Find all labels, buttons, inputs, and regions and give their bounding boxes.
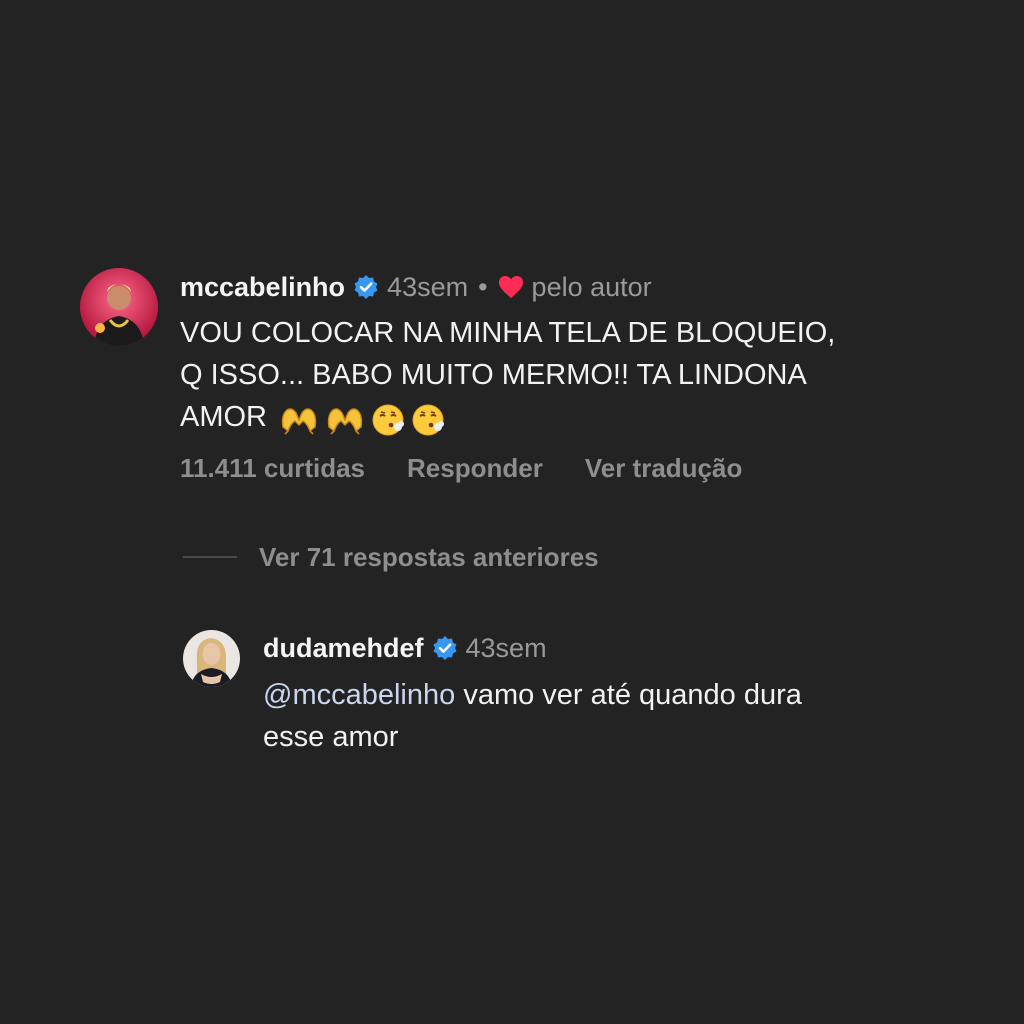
reply-time: 43sem [465,632,547,663]
likes-count[interactable]: 11.411 curtidas [180,453,365,484]
avatar-dudamehdef[interactable] [183,630,240,687]
liked-by-author-label: pelo autor [531,271,652,302]
comment-username[interactable]: mccabelinho [180,272,345,303]
face-exhaling-emoji-icon [412,404,444,436]
comment-time: 43sem [387,271,469,302]
view-previous-replies[interactable]: Ver 71 respostas anteriores [183,538,599,576]
see-translation-button[interactable]: Ver tradução [585,453,743,484]
verified-badge-icon [353,274,379,300]
author-like-heart-icon [498,275,524,299]
emoji-group [279,397,451,439]
heart-hands-emoji-icon [327,408,363,435]
reply-text-line: esse amor [263,721,399,753]
replies-divider-line [183,556,237,558]
comment-text-line: VOU COLOCAR NA MINHA TELA DE BLOQUEIO, [180,317,836,349]
comment-text-line: AMOR [180,401,267,433]
reply-header: dudamehdef 43sem [263,629,547,667]
reply-button[interactable]: Responder [407,453,543,484]
avatar-image [80,268,158,346]
reply-body: @mccabelinho vamo ver até quando dura es… [263,674,963,758]
meta-separator: • [478,271,488,302]
face-exhaling-emoji-icon [372,404,404,436]
comment-text-line: Q ISSO... BABO MUITO MERMO!! TA LINDONA [180,359,807,391]
comment-thread: mccabelinho 43sem • pelo autor VOU COLOC… [0,0,1024,1024]
heart-hands-emoji-icon [281,408,317,435]
comment-actions: 11.411 curtidas Responder Ver tradução [180,449,784,487]
reply-text-line: @mccabelinho vamo ver até quando dura [263,674,963,716]
avatar-image [183,630,240,687]
comment-header: mccabelinho 43sem • pelo autor [180,268,652,306]
comment-body: VOU COLOCAR NA MINHA TELA DE BLOQUEIO, Q… [180,312,980,439]
view-previous-replies-label[interactable]: Ver 71 respostas anteriores [259,542,599,573]
avatar-mccabelinho[interactable] [80,268,158,346]
reply-text: vamo ver até quando dura [455,679,802,711]
mention-link[interactable]: @mccabelinho [263,679,455,711]
verified-badge-icon [432,635,458,661]
comment-text-last-line: AMOR [180,396,980,439]
reply-username[interactable]: dudamehdef [263,633,424,664]
